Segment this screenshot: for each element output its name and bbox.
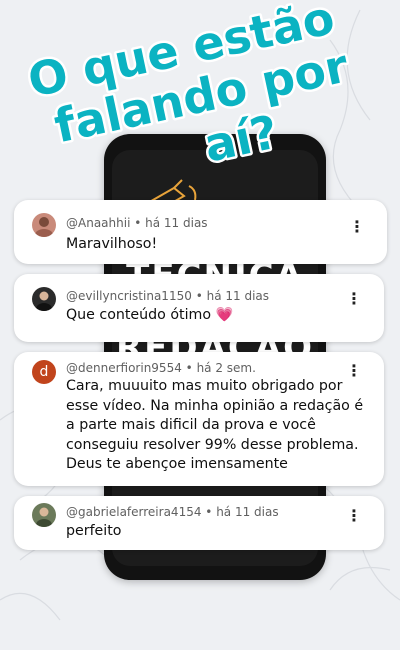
- comment-time: há 11 dias: [145, 216, 208, 230]
- user-photo-avatar: [32, 287, 56, 311]
- comment-time: há 11 dias: [216, 505, 279, 519]
- user-photo-avatar: [32, 503, 56, 527]
- comment-card: @gabrielaferreira4154 • há 11 dias perfe…: [14, 496, 384, 550]
- comment-meta: @evillyncristina1150 • há 11 dias: [66, 289, 269, 303]
- comment-meta: @Anaahhii • há 11 dias: [66, 216, 208, 230]
- avatar-letter: d: [39, 364, 49, 380]
- more-vert-icon[interactable]: ⋮: [346, 289, 362, 309]
- meta-separator: •: [185, 361, 193, 375]
- headline: O que estão falando por aí?: [21, 0, 356, 170]
- comment-meta: @dennerfiorin9554 • há 2 sem.: [66, 361, 256, 375]
- comment-time: há 2 sem.: [196, 361, 256, 375]
- more-vert-icon[interactable]: ⋮: [346, 361, 362, 381]
- user-photo-avatar: [32, 213, 56, 237]
- comment-card: @evillyncristina1150 • há 11 dias Que co…: [14, 274, 384, 342]
- more-vert-icon[interactable]: ⋮: [346, 506, 362, 526]
- comment-card: d @dennerfiorin9554 • há 2 sem. Cara, mu…: [14, 352, 384, 486]
- comment-text: Maravilhoso!: [66, 236, 158, 252]
- meta-separator: •: [195, 289, 203, 303]
- meta-separator: •: [134, 216, 142, 230]
- avatar[interactable]: [32, 287, 56, 311]
- avatar[interactable]: d: [32, 360, 56, 384]
- comment-card: @Anaahhii • há 11 dias Maravilhoso! ⋮: [14, 200, 387, 264]
- comment-text: perfeito: [66, 523, 122, 539]
- comment-author[interactable]: @evillyncristina1150: [66, 289, 192, 303]
- comment-text: Que conteúdo ótimo 💗: [66, 307, 234, 323]
- comment-meta: @gabrielaferreira4154 • há 11 dias: [66, 505, 279, 519]
- comment-author[interactable]: @gabrielaferreira4154: [66, 505, 201, 519]
- more-vert-icon[interactable]: ⋮: [349, 217, 365, 237]
- meta-separator: •: [205, 505, 213, 519]
- comment-text: Cara, muuuito mas muito obrigado por ess…: [66, 378, 364, 473]
- comment-author[interactable]: @Anaahhii: [66, 216, 130, 230]
- avatar[interactable]: [32, 213, 56, 237]
- comment-time: há 11 dias: [206, 289, 270, 303]
- comment-author[interactable]: @dennerfiorin9554: [66, 361, 182, 375]
- avatar[interactable]: [32, 503, 56, 527]
